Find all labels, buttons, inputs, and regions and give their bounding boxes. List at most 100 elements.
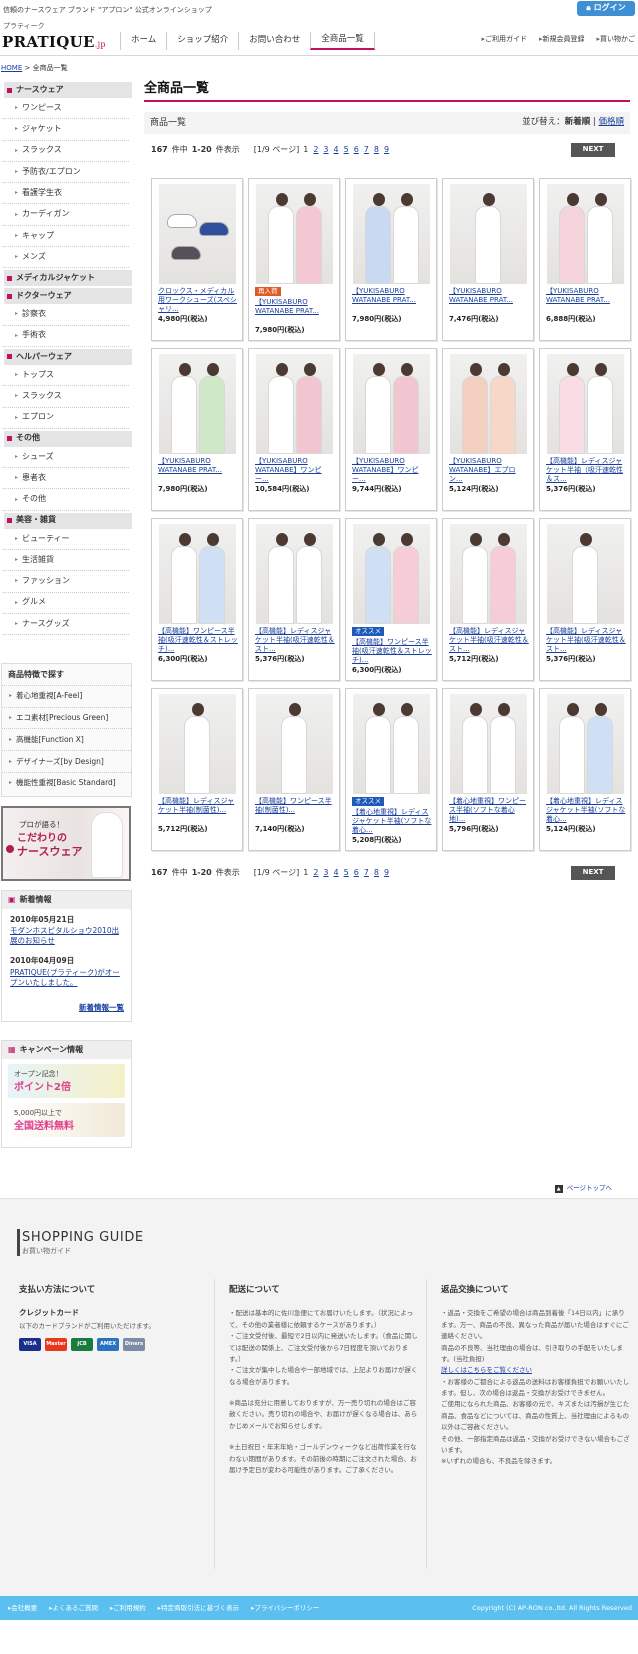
- sidebar-category-item[interactable]: 予防衣/エプロン: [3, 162, 129, 184]
- page-link[interactable]: 6: [354, 145, 359, 154]
- page-link[interactable]: 8: [374, 145, 379, 154]
- product-card[interactable]: オススメ 【着心地重視】レディスジャケット半袖(ソフトな着心... 5,208円(税…: [345, 688, 437, 851]
- product-name-link[interactable]: 【高機能】レディスジャケット半袖(吸汗速乾性＆スト...: [449, 627, 529, 654]
- sidebar-category-item[interactable]: ファッション: [3, 571, 129, 593]
- product-photo[interactable]: [255, 184, 333, 284]
- product-name-link[interactable]: 【高機能】ワンピース半袖(吸汗速乾性＆ストレッチ)...: [158, 627, 238, 654]
- sidebar-category-item[interactable]: シューズ: [3, 447, 129, 469]
- feature-item[interactable]: 着心地重視[A-Feel]: [2, 684, 131, 707]
- category-heading[interactable]: ドクターウェア: [0, 288, 132, 305]
- product-photo[interactable]: [255, 354, 333, 454]
- page-link[interactable]: 7: [364, 868, 369, 877]
- product-photo[interactable]: [449, 184, 527, 284]
- product-card[interactable]: クロックス・メディカル用ワークシューズ(スペシャリ... 4,980円(税込): [151, 178, 243, 341]
- product-name-link[interactable]: 【YUKISABURO WATANABE】エプロン...: [449, 457, 529, 484]
- footer-terms[interactable]: ご利用規約: [110, 1604, 146, 1613]
- product-photo[interactable]: [255, 524, 333, 624]
- footer-company[interactable]: 会社概要: [8, 1604, 37, 1613]
- sidebar-category-item[interactable]: 患者衣: [3, 468, 129, 490]
- footer-tokushoho[interactable]: 特定商取引法に基づく表示: [158, 1604, 239, 1613]
- product-photo[interactable]: [449, 354, 527, 454]
- product-card[interactable]: 【高機能】ワンピース半袖(吸汗速乾性＆ストレッチ)... 6,300円(税込): [151, 518, 243, 681]
- footer-privacy[interactable]: プライバシーポリシー: [251, 1604, 319, 1613]
- news-link[interactable]: モダンホスピタルショウ2010出展のお知らせ: [10, 926, 119, 945]
- page-link[interactable]: 3: [323, 145, 328, 154]
- product-card[interactable]: 【着心地重視】レディスジャケット半袖(ソフトな着心... 5,124円(税込): [539, 688, 631, 851]
- sidebar-category-item[interactable]: 生活雑貨: [3, 550, 129, 572]
- feature-item[interactable]: 高機能[Function X]: [2, 728, 131, 750]
- product-photo[interactable]: [158, 524, 236, 624]
- product-photo[interactable]: [158, 694, 236, 794]
- product-photo[interactable]: [352, 524, 430, 624]
- sidebar-category-item[interactable]: スラックス: [3, 386, 129, 408]
- sidebar-category-item[interactable]: 手術衣: [3, 326, 129, 347]
- product-photo[interactable]: [158, 354, 236, 454]
- product-photo[interactable]: [352, 184, 430, 284]
- sidebar-category-item[interactable]: カーディガン: [3, 204, 129, 226]
- page-link[interactable]: 5: [344, 145, 349, 154]
- product-name-link[interactable]: 【着心地重視】ワンピース半袖(ソフトな着心地)...: [449, 797, 529, 824]
- feature-item[interactable]: エコ素材[Precious Green]: [2, 706, 131, 729]
- product-name-link[interactable]: 【着心地重視】レディスジャケット半袖(ソフトな着心...: [546, 797, 626, 824]
- sidebar-category-item[interactable]: スラックス: [3, 141, 129, 162]
- category-heading[interactable]: その他: [0, 430, 132, 447]
- sidebar-category-item[interactable]: エプロン: [3, 408, 129, 429]
- nav-contact[interactable]: お問い合わせ: [238, 32, 310, 50]
- product-photo[interactable]: [546, 184, 624, 284]
- news-link[interactable]: PRATIQUE(プラティーク)がオープンいたしました。: [10, 968, 120, 987]
- nav-shop-intro[interactable]: ショップ紹介: [166, 32, 238, 50]
- page-link[interactable]: 9: [384, 868, 389, 877]
- product-card[interactable]: 【高機能】レディスジャケット半袖(吸汗速乾性＆スト... 5,376円(税込): [539, 518, 631, 681]
- product-photo[interactable]: [546, 354, 624, 454]
- product-photo[interactable]: [158, 184, 236, 284]
- sidebar-category-item[interactable]: その他: [3, 489, 129, 511]
- nav-home[interactable]: ホーム: [120, 32, 166, 50]
- product-card[interactable]: 【着心地重視】ワンピース半袖(ソフトな着心地)... 5,796円(税込): [442, 688, 534, 851]
- product-photo[interactable]: [546, 694, 624, 794]
- page-link[interactable]: 3: [323, 868, 328, 877]
- page-link[interactable]: 2: [313, 868, 318, 877]
- product-name-link[interactable]: 【高機能】レディスジャケット半袖(吸汗速乾性＆スト...: [546, 627, 626, 654]
- returns-detail-link[interactable]: 詳しくはこちらをご覧ください: [441, 1366, 532, 1374]
- product-card[interactable]: 【高機能】レディスジャケット半袖（吸汗速乾性＆ス... 5,376円(税込): [539, 348, 631, 511]
- page-link[interactable]: 7: [364, 145, 369, 154]
- product-card[interactable]: オススメ 【高機能】ワンピース半袖(吸汗速乾性＆ストレッチ)... 6,300円(税…: [345, 518, 437, 681]
- campaign-point-banner[interactable]: オープン記念！ ポイント2倍: [8, 1064, 125, 1098]
- product-name-link[interactable]: 【YUKISABURO WATANABE PRAT...: [255, 298, 335, 316]
- product-name-link[interactable]: 【着心地重視】レディスジャケット半袖(ソフトな着心...: [352, 808, 432, 835]
- sidebar-category-item[interactable]: トップス: [3, 365, 129, 387]
- page-link[interactable]: 9: [384, 145, 389, 154]
- product-card[interactable]: 【高機能】レディスジャケット半袖(吸汗速乾性＆スト... 5,712円(税込): [442, 518, 534, 681]
- product-card[interactable]: 【YUKISABURO WATANABE PRAT... 7,980円(税込): [345, 178, 437, 341]
- product-name-link[interactable]: 【高機能】ワンピース半袖(制菌性)...: [255, 797, 335, 815]
- site-logo[interactable]: PRATIQUE.jp: [2, 32, 106, 52]
- page-link[interactable]: 4: [334, 868, 339, 877]
- product-card[interactable]: 【YUKISABURO WATANABE】ワンピー... 10,584円(税込): [248, 348, 340, 511]
- product-name-link[interactable]: 【YUKISABURO WATANABE】ワンピー...: [255, 457, 335, 484]
- product-photo[interactable]: [449, 524, 527, 624]
- product-name-link[interactable]: 【YUKISABURO WATANABE】ワンピー...: [352, 457, 432, 484]
- nursewear-banner[interactable]: プロが語る！ こだわりの ナースウェア: [1, 806, 131, 881]
- sidebar-category-item[interactable]: グルメ: [3, 593, 129, 614]
- product-card[interactable]: 【YUKISABURO WATANABE PRAT... 7,476円(税込): [442, 178, 534, 341]
- breadcrumb-home[interactable]: HOME: [1, 64, 22, 72]
- page-link[interactable]: 2: [313, 145, 318, 154]
- sidebar-category-item[interactable]: キャップ: [3, 226, 129, 248]
- product-card[interactable]: 【YUKISABURO WATANABE PRAT... 7,980円(税込): [151, 348, 243, 511]
- page-link[interactable]: 5: [344, 868, 349, 877]
- product-name-link[interactable]: 【YUKISABURO WATANABE PRAT...: [158, 457, 238, 475]
- product-card[interactable]: 【YUKISABURO WATANABE】ワンピー... 9,744円(税込): [345, 348, 437, 511]
- sidebar-category-item[interactable]: 看護学生衣: [3, 183, 129, 205]
- subnav-guide[interactable]: ご利用ガイド: [481, 35, 527, 44]
- product-card[interactable]: 【高機能】レディスジャケット半袖(吸汗速乾性＆スト... 5,376円(税込): [248, 518, 340, 681]
- category-heading[interactable]: ヘルパーウェア: [0, 348, 132, 365]
- feature-item[interactable]: 機能性重視[Basic Standard]: [2, 771, 131, 794]
- product-name-link[interactable]: 【YUKISABURO WATANABE PRAT...: [449, 287, 529, 305]
- product-photo[interactable]: [449, 694, 527, 794]
- sidebar-category-item[interactable]: ワンピース: [3, 98, 129, 120]
- product-photo[interactable]: [352, 694, 430, 794]
- product-photo[interactable]: [352, 354, 430, 454]
- product-name-link[interactable]: 【YUKISABURO WATANABE PRAT...: [546, 287, 626, 305]
- product-name-link[interactable]: 【高機能】レディスジャケット半袖(吸汗速乾性＆スト...: [255, 627, 335, 654]
- product-photo[interactable]: [546, 524, 624, 624]
